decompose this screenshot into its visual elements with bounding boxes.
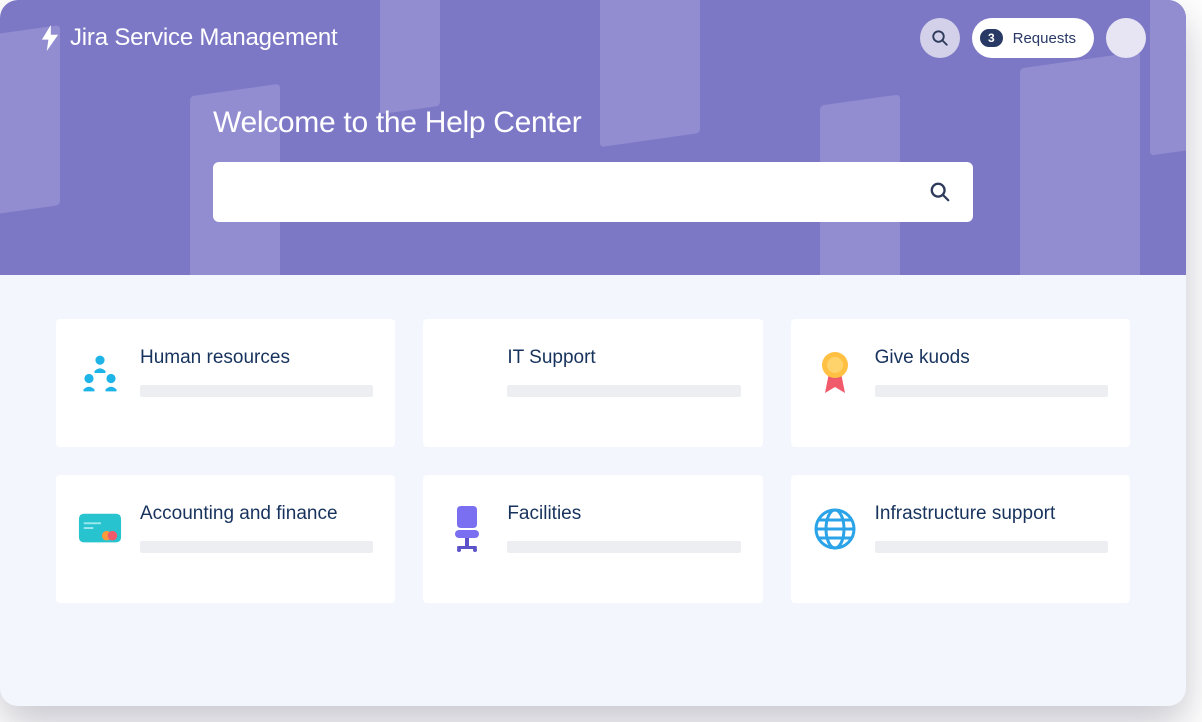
- avatar[interactable]: [1106, 18, 1146, 58]
- card-title: Infrastructure support: [875, 503, 1108, 525]
- blank-icon: [445, 351, 489, 395]
- card-title: Give kuods: [875, 347, 1108, 369]
- card-title: IT Support: [507, 347, 740, 369]
- topbar: Jira Service Management 3 Requests: [40, 18, 1146, 58]
- card-accounting-finance[interactable]: Accounting and finance: [56, 475, 395, 603]
- search-icon: [931, 29, 949, 47]
- card-grid: Human resources IT Support: [56, 319, 1130, 603]
- credit-card-icon: [78, 507, 122, 551]
- content: Human resources IT Support: [0, 275, 1186, 647]
- decor-cube: [1020, 52, 1140, 275]
- placeholder-line: [875, 541, 1108, 553]
- people-icon: [78, 351, 122, 395]
- requests-button[interactable]: 3 Requests: [972, 18, 1094, 58]
- bolt-icon: [40, 25, 60, 51]
- placeholder-line: [507, 385, 740, 397]
- card-infrastructure-support[interactable]: Infrastructure support: [791, 475, 1130, 603]
- card-facilities[interactable]: Facilities: [423, 475, 762, 603]
- card-give-kudos[interactable]: Give kuods: [791, 319, 1130, 447]
- decor-cube: [1150, 0, 1186, 156]
- card-it-support[interactable]: IT Support: [423, 319, 762, 447]
- globe-icon: [813, 507, 857, 551]
- header: Jira Service Management 3 Requests Welco…: [0, 0, 1186, 275]
- brand: Jira Service Management: [40, 24, 338, 52]
- placeholder-line: [140, 541, 373, 553]
- top-actions: 3 Requests: [920, 18, 1146, 58]
- card-title: Facilities: [507, 503, 740, 525]
- placeholder-line: [140, 385, 373, 397]
- requests-label: Requests: [1013, 30, 1076, 47]
- search-bar[interactable]: [213, 162, 973, 222]
- card-human-resources[interactable]: Human resources: [56, 319, 395, 447]
- hero: Welcome to the Help Center: [213, 106, 973, 222]
- brand-name: Jira Service Management: [70, 24, 338, 52]
- app-window: Jira Service Management 3 Requests Welco…: [0, 0, 1186, 706]
- search-icon: [929, 181, 951, 203]
- page-title: Welcome to the Help Center: [213, 106, 973, 140]
- card-title: Human resources: [140, 347, 373, 369]
- card-title: Accounting and finance: [140, 503, 373, 525]
- requests-badge: 3: [980, 29, 1003, 47]
- award-icon: [813, 351, 857, 395]
- placeholder-line: [875, 385, 1108, 397]
- topbar-search-button[interactable]: [920, 18, 960, 58]
- placeholder-line: [507, 541, 740, 553]
- chair-icon: [445, 507, 489, 551]
- search-input[interactable]: [235, 182, 929, 203]
